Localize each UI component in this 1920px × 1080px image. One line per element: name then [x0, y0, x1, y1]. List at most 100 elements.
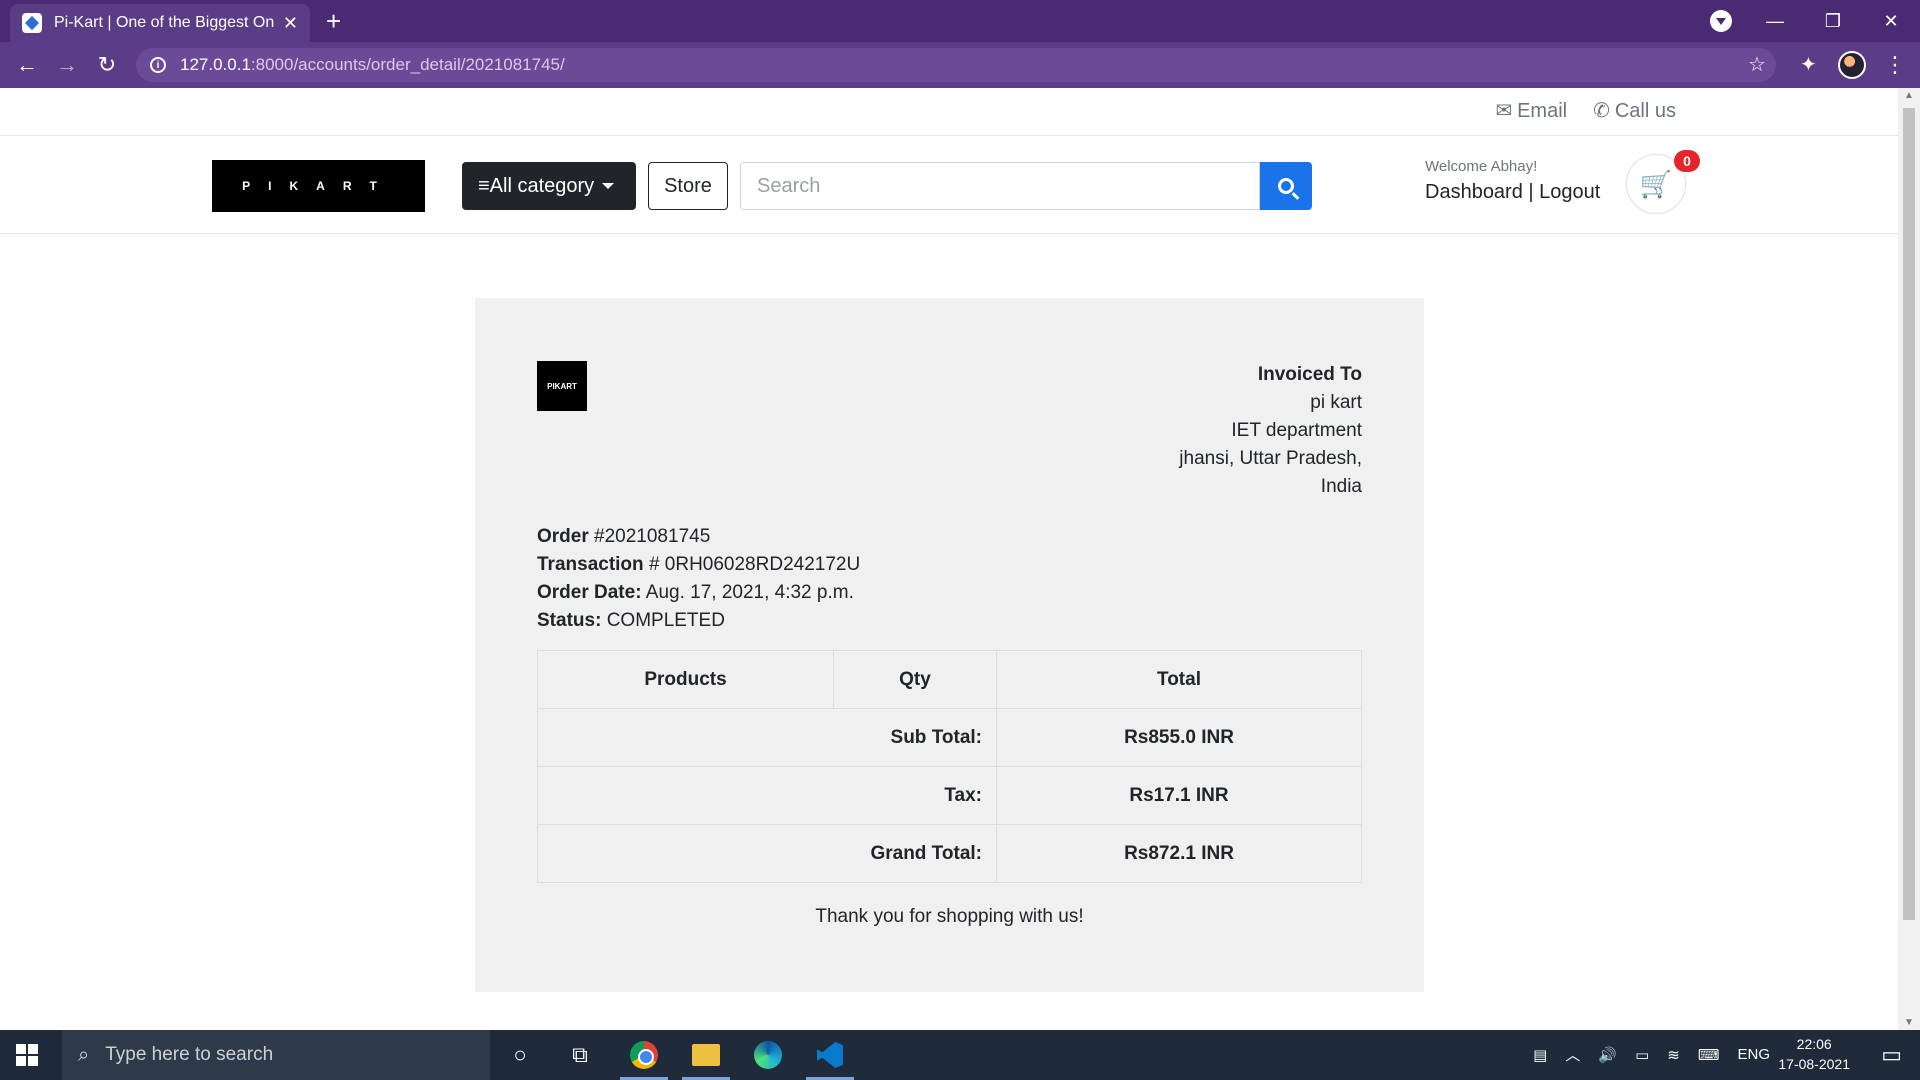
search-icon: ⌕ — [78, 1043, 90, 1066]
table-row: Sub Total: Rs855.0 INR — [537, 708, 1362, 767]
order-label: Order — [537, 526, 589, 547]
user-greeting: Welcome Abhay! Dashboard | Logout — [1425, 158, 1600, 204]
volume-icon[interactable]: 🔊 — [1598, 1046, 1617, 1064]
bookmark-star-icon[interactable]: ☆ — [1748, 52, 1766, 77]
forward-button[interactable]: → — [52, 50, 82, 80]
address-line: India — [1320, 476, 1362, 497]
thank-you-message: Thank you for shopping with us! — [815, 906, 1084, 927]
close-window-button[interactable]: ✕ — [1862, 0, 1920, 42]
browser-tab[interactable]: Pi-Kart | One of the Biggest Onlin ✕ — [10, 4, 310, 42]
minimize-button[interactable]: — — [1746, 0, 1804, 42]
invoiced-to-heading: Invoiced To — [1257, 364, 1362, 385]
taskbar-search-placeholder: Type here to search — [105, 1044, 274, 1065]
url-path: :8000/accounts/order_detail/2021081745/ — [250, 55, 565, 74]
extensions-icon[interactable]: ✦ — [1800, 52, 1817, 77]
cart-icon: 🛒 — [1639, 168, 1673, 199]
tax-label: Tax: — [537, 766, 997, 825]
file-explorer-icon[interactable] — [682, 1038, 730, 1080]
table-row: Tax: Rs17.1 INR — [537, 766, 1362, 825]
keyboard-icon[interactable]: ⌨ — [1698, 1046, 1720, 1064]
scroll-up-icon[interactable]: ▲ — [1904, 90, 1914, 101]
transaction-id: # 0RH06028RD242172U — [648, 554, 861, 575]
hamburger-icon: ≡ — [478, 174, 490, 197]
category-label: All category — [489, 174, 595, 197]
order-date: Aug. 17, 2021, 4:32 p.m. — [645, 582, 854, 603]
chrome-taskbar-icon[interactable] — [620, 1038, 668, 1080]
edge-icon[interactable] — [750, 1038, 786, 1072]
browser-menu-icon[interactable]: ⋮ — [1884, 52, 1906, 78]
battery-icon[interactable]: ▭ — [1635, 1046, 1649, 1064]
news-icon[interactable]: ▤ — [1533, 1046, 1547, 1064]
profile-avatar[interactable] — [1838, 51, 1866, 79]
logout-link[interactable]: Logout — [1539, 181, 1600, 203]
site-header: PIKART ≡ All category Store Search Welco… — [0, 136, 1898, 234]
new-tab-button[interactable]: + — [326, 6, 341, 37]
all-category-dropdown[interactable]: ≡ All category — [462, 162, 636, 210]
taskbar-clock[interactable]: 22:06 17-08-2021 — [1778, 1034, 1850, 1074]
status-label: Status: — [537, 610, 602, 631]
search-icon — [1278, 178, 1294, 194]
notification-icon[interactable]: ▭ — [1881, 1042, 1902, 1068]
envelope-icon: ✉ — [1495, 100, 1513, 122]
system-tray: ▤ ︿ 🔊 ▭ ≋ ⌨ ENG — [1533, 1044, 1770, 1065]
browser-tab-bar: Pi-Kart | One of the Biggest Onlin ✕ + —… — [0, 0, 1920, 42]
call-link[interactable]: ✆ Call us — [1593, 98, 1676, 123]
column-header-total: Total — [996, 650, 1362, 709]
tab-search-icon[interactable] — [1710, 10, 1732, 32]
phone-icon: ✆ — [1593, 100, 1610, 122]
scrollbar-thumb[interactable] — [1903, 108, 1915, 920]
call-link-label: Call us — [1614, 100, 1676, 122]
url-host: 127.0.0.1 — [180, 55, 251, 74]
close-tab-icon[interactable]: ✕ — [283, 13, 298, 34]
invoice-card: PIKART Invoiced To pi kart IET departmen… — [475, 298, 1424, 992]
tab-title: Pi-Kart | One of the Biggest Onlin — [54, 14, 275, 31]
restore-button[interactable]: ❐ — [1804, 0, 1862, 42]
order-meta: Order #2021081745 Transaction # 0RH06028… — [537, 523, 860, 635]
status-value: COMPLETED — [606, 610, 725, 631]
table-row: Grand Total: Rs872.1 INR — [537, 824, 1362, 883]
windows-taskbar: ⌕ Type here to search ○ ⧉ ▤ ︿ 🔊 ▭ ≋ ⌨ EN… — [0, 1030, 1920, 1080]
table-header-row: Products Qty Total — [537, 650, 1362, 709]
cortana-icon[interactable]: ○ — [502, 1038, 538, 1072]
invoiced-to-block: Invoiced To pi kart IET department jhans… — [1179, 361, 1362, 501]
email-link[interactable]: ✉ Email — [1495, 98, 1567, 123]
back-button[interactable]: ← — [12, 50, 42, 80]
grand-total-value: Rs872.1 INR — [996, 824, 1362, 883]
wifi-icon[interactable]: ≋ — [1667, 1046, 1680, 1064]
language-indicator[interactable]: ENG — [1737, 1046, 1770, 1063]
site-logo[interactable]: PIKART — [212, 160, 425, 212]
clock-date: 17-08-2021 — [1778, 1056, 1850, 1072]
order-number: #2021081745 — [594, 526, 711, 547]
column-header-products: Products — [537, 650, 834, 709]
search-button[interactable] — [1260, 162, 1312, 210]
address-line: pi kart — [1310, 392, 1362, 413]
tax-value: Rs17.1 INR — [996, 766, 1362, 825]
browser-toolbar: ← → ↻ i 127.0.0.1:8000/accounts/order_de… — [0, 42, 1920, 88]
reload-button[interactable]: ↻ — [92, 50, 122, 80]
chevron-up-icon[interactable]: ︿ — [1565, 1044, 1580, 1065]
scroll-down-icon[interactable]: ▼ — [1904, 1017, 1914, 1028]
page-scrollbar[interactable]: ▲ ▼ — [1898, 88, 1920, 1030]
store-button[interactable]: Store — [648, 162, 728, 210]
site-favicon-icon — [22, 13, 42, 33]
taskbar-search-box[interactable]: ⌕ Type here to search — [62, 1030, 490, 1080]
order-date-label: Order Date: — [537, 582, 642, 603]
welcome-text: Welcome Abhay! — [1425, 158, 1538, 175]
windows-start-icon[interactable] — [16, 1044, 38, 1066]
window-controls: — ❐ ✕ — [1746, 0, 1920, 42]
cart-count-badge: 0 — [1674, 150, 1700, 172]
subtotal-label: Sub Total: — [537, 708, 997, 767]
vscode-icon[interactable] — [806, 1038, 854, 1080]
search-input[interactable]: Search — [740, 162, 1260, 210]
task-view-icon[interactable]: ⧉ — [562, 1038, 598, 1072]
email-link-label: Email — [1517, 100, 1568, 122]
order-items-table: Products Qty Total Sub Total: Rs855.0 IN… — [537, 650, 1362, 883]
address-line: jhansi, Uttar Pradesh, — [1179, 448, 1362, 469]
site-info-icon[interactable]: i — [150, 57, 166, 73]
subtotal-value: Rs855.0 INR — [996, 708, 1362, 767]
clock-time: 22:06 — [1796, 1036, 1832, 1052]
caret-down-icon — [602, 183, 615, 195]
dashboard-link[interactable]: Dashboard — [1425, 181, 1523, 203]
address-bar[interactable]: i 127.0.0.1:8000/accounts/order_detail/2… — [136, 48, 1776, 82]
invoice-logo: PIKART — [537, 361, 587, 411]
